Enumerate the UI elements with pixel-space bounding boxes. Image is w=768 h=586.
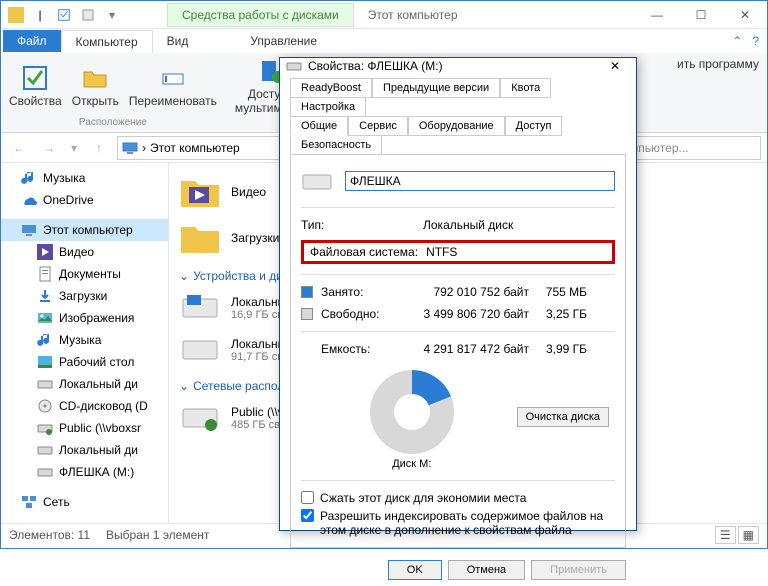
tree-item-images[interactable]: Изображения — [1, 307, 168, 329]
tab-view[interactable]: Вид — [153, 30, 203, 52]
folder-icon — [179, 173, 221, 211]
nav-up-button[interactable]: ↑ — [87, 136, 111, 160]
status-count: Элементов: 11 — [9, 528, 90, 542]
tree-item-network[interactable]: Сеть — [1, 491, 168, 513]
type-label: Тип: — [301, 218, 411, 232]
dialog-button-row: OK Отмена Применить — [280, 554, 636, 586]
ribbon-open-button[interactable]: Открыть — [72, 64, 119, 108]
dialog-tabs: ReadyBoost Предыдущие версии Квота Настр… — [280, 74, 636, 154]
ribbon-tab-strip: Файл Компьютер Вид Управление ⌃ ? — [1, 29, 767, 53]
ok-button[interactable]: OK — [388, 560, 442, 580]
qat-properties-icon[interactable] — [53, 4, 75, 26]
tree-item-cd[interactable]: CD-дисковод (D — [1, 395, 168, 417]
drive-icon — [286, 58, 302, 74]
tab-readyboost[interactable]: ReadyBoost — [290, 78, 372, 98]
tree-item-downloads[interactable]: Загрузки — [1, 285, 168, 307]
navigation-tree[interactable]: Музыка OneDrive Этот компьютер Видео Док… — [1, 163, 169, 523]
breadcrumb-root[interactable]: Этот компьютер — [150, 141, 240, 155]
ribbon-rename-button[interactable]: Переименовать — [129, 64, 217, 108]
dialog-title: Свойства: ФЛЕШКА (M:) — [308, 59, 443, 73]
compress-checkbox[interactable]: Сжать этот диск для экономии места — [301, 491, 615, 505]
tree-item-local-m[interactable]: Локальный ди — [1, 439, 168, 461]
tree-item-onedrive[interactable]: OneDrive — [1, 189, 168, 211]
tree-item-this-pc[interactable]: Этот компьютер — [1, 219, 168, 241]
tab-quota[interactable]: Квота — [500, 78, 551, 98]
type-value: Локальный диск — [423, 218, 513, 232]
filesystem-highlight: Файловая система: NTFS — [301, 240, 615, 264]
apply-button[interactable]: Применить — [531, 560, 626, 580]
tab-security[interactable]: Безопасность — [290, 135, 382, 155]
window-title: Этот компьютер — [368, 8, 458, 22]
status-selected: Выбран 1 элемент — [106, 528, 209, 542]
tab-tools[interactable]: Сервис — [348, 116, 408, 136]
ribbon-expand-icon[interactable]: ⌃ — [732, 34, 742, 48]
fs-value: NTFS — [426, 245, 457, 259]
fs-label: Файловая система: — [310, 245, 418, 259]
qat-overflow-icon[interactable]: ▾ — [101, 4, 123, 26]
quick-access-toolbar: | ▾ — [1, 4, 127, 26]
dialog-titlebar[interactable]: Свойства: ФЛЕШКА (M:) ✕ — [280, 58, 636, 74]
qat-sep: | — [29, 4, 51, 26]
tree-item-documents[interactable]: Документы — [1, 263, 168, 285]
tab-sharing[interactable]: Доступ — [505, 116, 563, 136]
used-row: Занято:792 010 752 байт755 МБ — [301, 285, 615, 299]
tree-item-flash[interactable]: ФЛЕШКА (M:) — [1, 461, 168, 483]
index-checkbox[interactable]: Разрешить индексировать содержимое файло… — [301, 509, 615, 537]
tab-manage[interactable]: Управление — [236, 30, 331, 52]
tab-hardware[interactable]: Оборудование — [408, 116, 505, 136]
ribbon-properties-button[interactable]: Свойства — [9, 64, 62, 108]
tree-item-desktop[interactable]: Рабочий стол — [1, 351, 168, 373]
drive-name-input[interactable] — [345, 171, 615, 191]
drive-icon — [179, 399, 221, 437]
ribbon-remove-program-fragment: ить программу — [677, 57, 759, 71]
contextual-tab-drive-tools[interactable]: Средства работы с дисками — [167, 3, 354, 27]
minimize-button[interactable]: — — [635, 1, 679, 29]
tab-computer[interactable]: Компьютер — [61, 30, 153, 53]
used-swatch — [301, 286, 313, 298]
title-bar: | ▾ Средства работы с дисками Этот компь… — [1, 1, 767, 29]
tree-item-video[interactable]: Видео — [1, 241, 168, 263]
nav-back-button[interactable]: ← — [7, 136, 31, 160]
qat-dropdown-icon[interactable] — [77, 4, 99, 26]
tab-customize[interactable]: Настройка — [290, 97, 366, 117]
capacity-row: Емкость:4 291 817 472 байт3,99 ГБ — [301, 342, 615, 356]
tree-item-public[interactable]: Public (\\vboxsr — [1, 417, 168, 439]
pc-icon — [122, 140, 138, 156]
ribbon-group-label: Расположение — [79, 117, 147, 128]
view-details-icon[interactable]: ☰ — [715, 526, 736, 544]
tree-item-local-c[interactable]: Локальный ди — [1, 373, 168, 395]
drive-icon — [179, 331, 221, 369]
tab-file[interactable]: Файл — [3, 30, 61, 52]
folder-icon — [179, 219, 221, 257]
tree-item-music[interactable]: Музыка — [1, 167, 168, 189]
drive-large-icon — [301, 165, 333, 197]
drive-icon — [179, 289, 221, 327]
view-tiles-icon[interactable]: ▦ — [738, 526, 759, 544]
contextual-tab-group: Средства работы с дисками — [167, 3, 354, 27]
breadcrumb-sep: › — [142, 141, 146, 155]
tab-previous-versions[interactable]: Предыдущие версии — [372, 78, 500, 98]
close-button[interactable]: ✕ — [723, 1, 767, 29]
nav-forward-button[interactable]: → — [37, 136, 61, 160]
tab-general[interactable]: Общие — [290, 116, 348, 136]
nav-history-button[interactable]: ▾ — [67, 136, 81, 160]
help-icon[interactable]: ? — [752, 34, 759, 48]
disk-cleanup-button[interactable]: Очистка диска — [517, 407, 609, 427]
dialog-close-button[interactable]: ✕ — [600, 59, 630, 73]
properties-dialog: Свойства: ФЛЕШКА (M:) ✕ ReadyBoost Преды… — [279, 57, 637, 531]
usage-pie-chart — [370, 370, 454, 454]
maximize-button[interactable]: ☐ — [679, 1, 723, 29]
free-row: Свободно:3 499 806 720 байт3,25 ГБ — [301, 307, 615, 321]
tree-item-music2[interactable]: Музыка — [1, 329, 168, 351]
dialog-body: Тип: Локальный диск Файловая система: NTF… — [290, 154, 626, 548]
cancel-button[interactable]: Отмена — [448, 560, 525, 580]
disk-label: Диск M: — [307, 458, 517, 470]
app-icon[interactable] — [5, 4, 27, 26]
free-swatch — [301, 308, 313, 320]
